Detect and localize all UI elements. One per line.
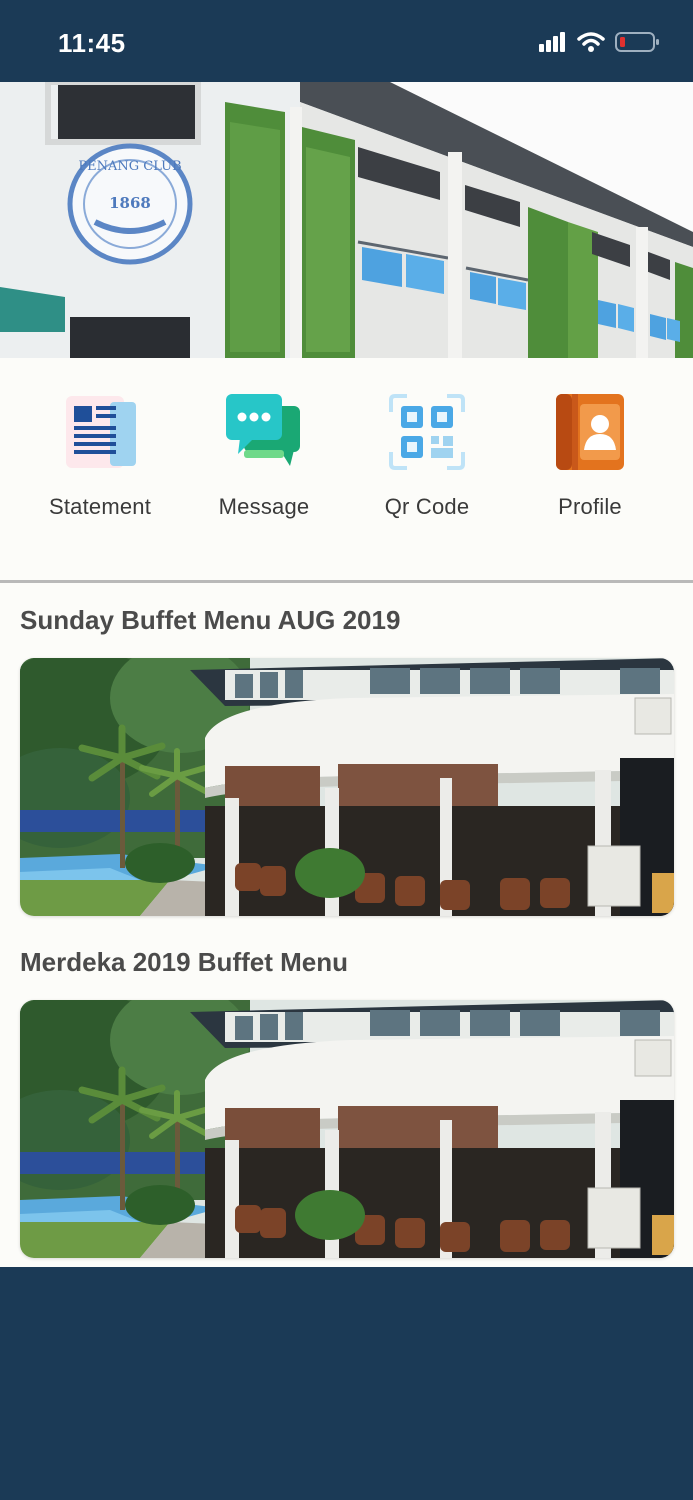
status-time: 11:45 bbox=[58, 28, 126, 58]
news-title[interactable]: Merdeka 2019 Buffet Menu bbox=[20, 947, 348, 978]
clubhouse-pool-photo bbox=[20, 658, 674, 916]
cellular-signal-icon bbox=[539, 32, 565, 52]
bottom-navy-area bbox=[0, 1267, 693, 1500]
home-content: PENANG CLUB 1868 Statement Message Qr Co… bbox=[0, 82, 693, 1267]
statement-document-icon bbox=[66, 396, 136, 468]
news-card-image[interactable] bbox=[20, 658, 674, 916]
svg-text:PENANG CLUB: PENANG CLUB bbox=[78, 159, 181, 174]
club-building-photo: PENANG CLUB 1868 bbox=[0, 82, 693, 358]
hero-banner: PENANG CLUB 1868 bbox=[0, 82, 693, 358]
message-bubbles-icon bbox=[226, 394, 300, 466]
statement-label: Statement bbox=[48, 494, 152, 519]
penang-club-crest: PENANG CLUB 1868 bbox=[67, 143, 193, 265]
message-button[interactable]: Message bbox=[189, 392, 339, 542]
profile-label: Profile bbox=[558, 494, 622, 519]
svg-text:1868: 1868 bbox=[109, 194, 151, 212]
qr-code-label: Qr Code bbox=[384, 494, 470, 519]
statement-button[interactable]: Statement bbox=[25, 392, 175, 542]
section-divider bbox=[0, 580, 693, 583]
quick-actions: Statement Message Qr Code Profile bbox=[0, 358, 693, 580]
news-title[interactable]: Sunday Buffet Menu AUG 2019 bbox=[20, 605, 400, 636]
message-label: Message bbox=[218, 494, 310, 519]
qr-code-icon bbox=[389, 394, 465, 470]
clubhouse-pool-photo bbox=[20, 1000, 674, 1258]
battery-low-icon bbox=[615, 32, 659, 52]
wifi-icon bbox=[577, 32, 605, 52]
status-icons bbox=[539, 31, 661, 53]
qr-code-button[interactable]: Qr Code bbox=[352, 392, 502, 542]
profile-contact-icon bbox=[556, 394, 624, 470]
news-card-image[interactable] bbox=[20, 1000, 674, 1258]
profile-button[interactable]: Profile bbox=[515, 392, 665, 542]
status-bar: 11:45 bbox=[0, 0, 693, 82]
